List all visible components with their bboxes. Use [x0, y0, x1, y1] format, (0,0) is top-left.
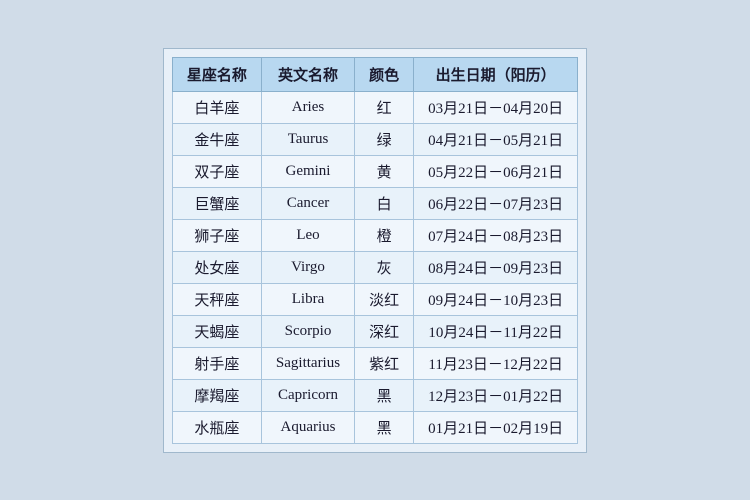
cell-chinese-name: 水瓶座: [172, 411, 261, 443]
header-color: 颜色: [355, 57, 414, 91]
table-row: 射手座Sagittarius紫红11月23日－12月22日: [172, 347, 577, 379]
cell-color: 紫红: [355, 347, 414, 379]
cell-color: 绿: [355, 123, 414, 155]
cell-dates: 01月21日－02月19日: [414, 411, 578, 443]
cell-dates: 10月24日－11月22日: [414, 315, 578, 347]
cell-english-name: Leo: [261, 219, 354, 251]
table-body: 白羊座Aries红03月21日－04月20日金牛座Taurus绿04月21日－0…: [172, 91, 577, 443]
cell-dates: 04月21日－05月21日: [414, 123, 578, 155]
cell-english-name: Aries: [261, 91, 354, 123]
table-row: 金牛座Taurus绿04月21日－05月21日: [172, 123, 577, 155]
table-row: 天蝎座Scorpio深红10月24日－11月22日: [172, 315, 577, 347]
header-dates: 出生日期（阳历）: [414, 57, 578, 91]
cell-chinese-name: 白羊座: [172, 91, 261, 123]
table-header-row: 星座名称 英文名称 颜色 出生日期（阳历）: [172, 57, 577, 91]
cell-english-name: Sagittarius: [261, 347, 354, 379]
cell-dates: 03月21日－04月20日: [414, 91, 578, 123]
cell-english-name: Libra: [261, 283, 354, 315]
table-row: 水瓶座Aquarius黑01月21日－02月19日: [172, 411, 577, 443]
cell-chinese-name: 处女座: [172, 251, 261, 283]
cell-english-name: Cancer: [261, 187, 354, 219]
cell-dates: 09月24日－10月23日: [414, 283, 578, 315]
cell-color: 白: [355, 187, 414, 219]
cell-english-name: Taurus: [261, 123, 354, 155]
cell-chinese-name: 天秤座: [172, 283, 261, 315]
table-row: 巨蟹座Cancer白06月22日－07月23日: [172, 187, 577, 219]
header-english-name: 英文名称: [261, 57, 354, 91]
cell-english-name: Scorpio: [261, 315, 354, 347]
cell-color: 红: [355, 91, 414, 123]
table-row: 处女座Virgo灰08月24日－09月23日: [172, 251, 577, 283]
table-row: 摩羯座Capricorn黑12月23日－01月22日: [172, 379, 577, 411]
cell-english-name: Aquarius: [261, 411, 354, 443]
cell-color: 橙: [355, 219, 414, 251]
cell-dates: 05月22日－06月21日: [414, 155, 578, 187]
cell-dates: 12月23日－01月22日: [414, 379, 578, 411]
cell-dates: 08月24日－09月23日: [414, 251, 578, 283]
table-row: 狮子座Leo橙07月24日－08月23日: [172, 219, 577, 251]
cell-color: 淡红: [355, 283, 414, 315]
cell-dates: 07月24日－08月23日: [414, 219, 578, 251]
cell-dates: 11月23日－12月22日: [414, 347, 578, 379]
cell-chinese-name: 摩羯座: [172, 379, 261, 411]
cell-chinese-name: 天蝎座: [172, 315, 261, 347]
cell-english-name: Capricorn: [261, 379, 354, 411]
cell-chinese-name: 双子座: [172, 155, 261, 187]
cell-color: 黑: [355, 411, 414, 443]
cell-english-name: Virgo: [261, 251, 354, 283]
cell-chinese-name: 金牛座: [172, 123, 261, 155]
cell-color: 黑: [355, 379, 414, 411]
cell-chinese-name: 巨蟹座: [172, 187, 261, 219]
table-row: 双子座Gemini黄05月22日－06月21日: [172, 155, 577, 187]
zodiac-table: 星座名称 英文名称 颜色 出生日期（阳历） 白羊座Aries红03月21日－04…: [172, 57, 578, 444]
cell-color: 深红: [355, 315, 414, 347]
cell-color: 灰: [355, 251, 414, 283]
header-chinese-name: 星座名称: [172, 57, 261, 91]
cell-chinese-name: 射手座: [172, 347, 261, 379]
cell-english-name: Gemini: [261, 155, 354, 187]
table-row: 天秤座Libra淡红09月24日－10月23日: [172, 283, 577, 315]
zodiac-table-container: 星座名称 英文名称 颜色 出生日期（阳历） 白羊座Aries红03月21日－04…: [163, 48, 587, 453]
table-row: 白羊座Aries红03月21日－04月20日: [172, 91, 577, 123]
cell-dates: 06月22日－07月23日: [414, 187, 578, 219]
cell-color: 黄: [355, 155, 414, 187]
cell-chinese-name: 狮子座: [172, 219, 261, 251]
